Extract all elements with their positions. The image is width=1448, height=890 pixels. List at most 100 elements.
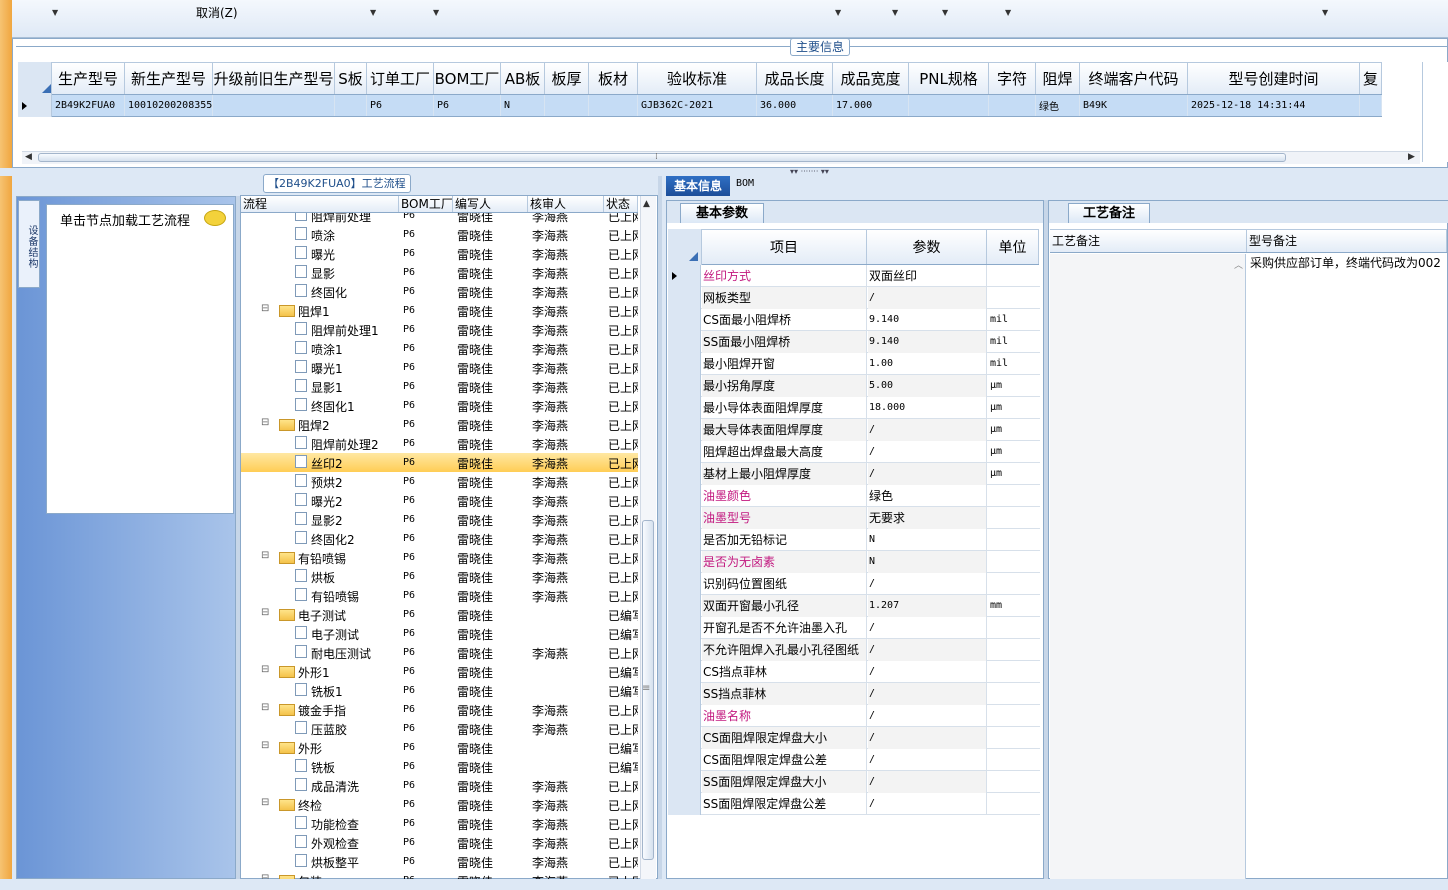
flow-row[interactable]: ⊟ 终检 P6 雷晓佳 李海燕 已上网 — [241, 795, 638, 814]
flow-col-header[interactable]: 流程 — [241, 196, 399, 212]
main-col-header[interactable]: 验收标准 — [638, 63, 757, 94]
param-row[interactable]: CS面最小阻焊桥 9.140 mil — [668, 309, 1040, 331]
params-col-header[interactable]: 参数 — [867, 230, 987, 264]
main-col-header[interactable]: 板厚 — [545, 63, 589, 94]
dropdown-arrow-icon[interactable]: ▼ — [52, 8, 58, 17]
flow-row[interactable]: 显影2 P6 雷晓佳 李海燕 已上网 — [241, 510, 638, 529]
main-grid-row[interactable]: 2B49K2FUA0 10010200208355 P6 P6 N GJB362C-202… — [52, 95, 1382, 117]
main-col-header[interactable]: S板 — [335, 63, 367, 94]
scroll-up-icon[interactable]: ︿ — [1234, 258, 1243, 271]
main-col-header[interactable]: BOM工厂 — [434, 63, 501, 94]
param-row[interactable]: 基材上最小阻焊厚度 / μm — [668, 463, 1040, 485]
flow-row[interactable]: 曝光 P6 雷晓佳 李海燕 已上网 — [241, 244, 638, 263]
flow-row[interactable]: 电子测试 P6 雷晓佳 已编写 — [241, 624, 638, 643]
flow-col-header[interactable]: 状态 — [604, 196, 638, 212]
param-row[interactable]: 是否加无铅标记 N — [668, 529, 1040, 551]
main-col-header[interactable]: 新生产型号 — [125, 63, 213, 94]
flow-row[interactable]: 喷涂1 P6 雷晓佳 李海燕 已上网 — [241, 339, 638, 358]
flow-row[interactable]: 耐电压测试 P6 雷晓佳 李海燕 已上网 — [241, 643, 638, 662]
main-col-header[interactable]: 终端客户代码 — [1080, 63, 1188, 94]
tab-basic-info[interactable]: 基本信息 — [666, 176, 730, 196]
flow-row[interactable]: 显影 P6 雷晓佳 李海燕 已上网 — [241, 263, 638, 282]
flow-row[interactable]: 终固化 P6 雷晓佳 李海燕 已上网 — [241, 282, 638, 301]
param-value[interactable]: 9.140 — [868, 309, 987, 331]
param-row[interactable]: SS面阻焊限定焊盘大小 / — [668, 771, 1040, 793]
param-value[interactable]: N — [868, 529, 987, 551]
process-remark-textbox[interactable] — [1050, 254, 1246, 879]
flow-row[interactable]: 丝印2 P6 雷晓佳 李海燕 已上网 — [241, 453, 638, 472]
flow-col-header[interactable]: BOM工厂 — [399, 196, 453, 212]
param-row[interactable]: 双面开窗最小孔径 1.207 mm — [668, 595, 1040, 617]
main-col-header[interactable]: 字符 — [989, 63, 1036, 94]
flow-row[interactable]: 成品清洗 P6 雷晓佳 李海燕 已上网 — [241, 776, 638, 795]
param-value[interactable]: 无要求 — [868, 507, 987, 529]
param-row[interactable]: 丝印方式 双面丝印 — [668, 265, 1040, 287]
main-col-header[interactable]: 订单工厂 — [367, 63, 434, 94]
collapse-toggle-icon[interactable]: ⊟ — [261, 702, 269, 713]
flow-row[interactable]: 曝光1 P6 雷晓佳 李海燕 已上网 — [241, 358, 638, 377]
param-row[interactable]: 油墨名称 / — [668, 705, 1040, 727]
param-row[interactable]: 最小拐角厚度 5.00 μm — [668, 375, 1040, 397]
param-value[interactable]: 绿色 — [868, 485, 987, 507]
scroll-right-icon[interactable]: ▶ — [1408, 152, 1415, 162]
main-col-header[interactable]: 成品宽度 — [833, 63, 909, 94]
collapse-toggle-icon[interactable]: ⊟ — [261, 550, 269, 561]
param-row[interactable]: 识别码位置图纸 / — [668, 573, 1040, 595]
param-value[interactable]: N — [868, 551, 987, 573]
param-row[interactable]: CS挡点菲林 / — [668, 661, 1040, 683]
cancel-menu-item[interactable]: 取消(Z) — [196, 4, 238, 21]
param-row[interactable]: SS面阻焊限定焊盘公差 / — [668, 793, 1040, 815]
param-value[interactable]: 双面丝印 — [868, 265, 987, 287]
dropdown-arrow-icon[interactable]: ▼ — [892, 8, 898, 17]
scroll-left-icon[interactable]: ◀ — [25, 152, 32, 162]
param-value[interactable]: / — [868, 441, 987, 463]
flow-row[interactable]: 外观检查 P6 雷晓佳 李海燕 已上网 — [241, 833, 638, 852]
main-col-header[interactable]: 成品长度 — [757, 63, 833, 94]
flow-col-header[interactable]: 编写人 — [453, 196, 528, 212]
tab-process-remarks[interactable]: 工艺备注 — [1068, 203, 1150, 223]
horizontal-splitter[interactable] — [0, 168, 1448, 176]
collapse-toggle-icon[interactable]: ⊟ — [261, 607, 269, 618]
flow-row[interactable]: 显影1 P6 雷晓佳 李海燕 已上网 — [241, 377, 638, 396]
flow-row[interactable]: ⊟ 有铅喷锡 P6 雷晓佳 李海燕 已上网 — [241, 548, 638, 567]
flow-row[interactable]: 喷涂 P6 雷晓佳 李海燕 已上网 — [241, 225, 638, 244]
param-value[interactable]: / — [868, 419, 987, 441]
scroll-up-icon[interactable]: ▲ — [643, 199, 650, 209]
dropdown-arrow-icon[interactable]: ▼ — [835, 8, 841, 17]
flow-row[interactable]: 终固化2 P6 雷晓佳 李海燕 已上网 — [241, 529, 638, 548]
dropdown-arrow-icon[interactable]: ▼ — [1005, 8, 1011, 17]
tab-bom[interactable]: BOM — [736, 178, 754, 189]
param-value[interactable]: / — [868, 771, 987, 793]
vertical-splitter[interactable] — [658, 176, 662, 879]
param-row[interactable]: 阻焊超出焊盘最大高度 / μm — [668, 441, 1040, 463]
flow-row[interactable]: ⊟ 外形1 P6 雷晓佳 已编写 — [241, 662, 638, 681]
param-row[interactable]: 最大导体表面阻焊厚度 / μm — [668, 419, 1040, 441]
dropdown-arrow-icon[interactable]: ▼ — [433, 8, 439, 17]
flow-row[interactable]: 烘板整平 P6 雷晓佳 李海燕 已上网 — [241, 852, 638, 871]
param-value[interactable]: / — [868, 683, 987, 705]
flow-row[interactable]: 铣板1 P6 雷晓佳 已编写 — [241, 681, 638, 700]
splitter-grip-icon[interactable]: ▾▾ ······· ▾▾ — [790, 167, 829, 176]
flow-row[interactable]: 曝光2 P6 雷晓佳 李海燕 已上网 — [241, 491, 638, 510]
flow-row[interactable]: 烘板 P6 雷晓佳 李海燕 已上网 — [241, 567, 638, 586]
main-col-header[interactable]: 复 — [1360, 63, 1382, 94]
param-value[interactable]: 1.207 — [868, 595, 987, 617]
flow-row[interactable]: ⊟ 镀金手指 P6 雷晓佳 李海燕 已上网 — [241, 700, 638, 719]
collapse-toggle-icon[interactable]: ⊟ — [261, 797, 269, 808]
param-value[interactable]: / — [868, 639, 987, 661]
param-value[interactable]: / — [868, 573, 987, 595]
param-row[interactable]: 不允许阻焊入孔最小孔径图纸 / — [668, 639, 1040, 661]
param-row[interactable]: SS面最小阻焊桥 9.140 mil — [668, 331, 1040, 353]
param-row[interactable]: CS面阻焊限定焊盘大小 / — [668, 727, 1040, 749]
param-value[interactable]: / — [868, 749, 987, 771]
main-col-header[interactable]: 板材 — [589, 63, 638, 94]
param-value[interactable]: / — [868, 463, 987, 485]
model-remark-text[interactable]: 采购供应部订单，终端代码改为002 — [1250, 254, 1441, 271]
param-value[interactable]: / — [868, 705, 987, 727]
dropdown-arrow-icon[interactable]: ▼ — [942, 8, 948, 17]
flow-row[interactable]: ⊟ 电子测试 P6 雷晓佳 已编写 — [241, 605, 638, 624]
flow-row[interactable]: 铣板 P6 雷晓佳 已编写 — [241, 757, 638, 776]
param-row[interactable]: CS面阻焊限定焊盘公差 / — [668, 749, 1040, 771]
flow-row[interactable]: 阻焊前处理1 P6 雷晓佳 李海燕 已上网 — [241, 320, 638, 339]
param-value[interactable]: / — [868, 661, 987, 683]
